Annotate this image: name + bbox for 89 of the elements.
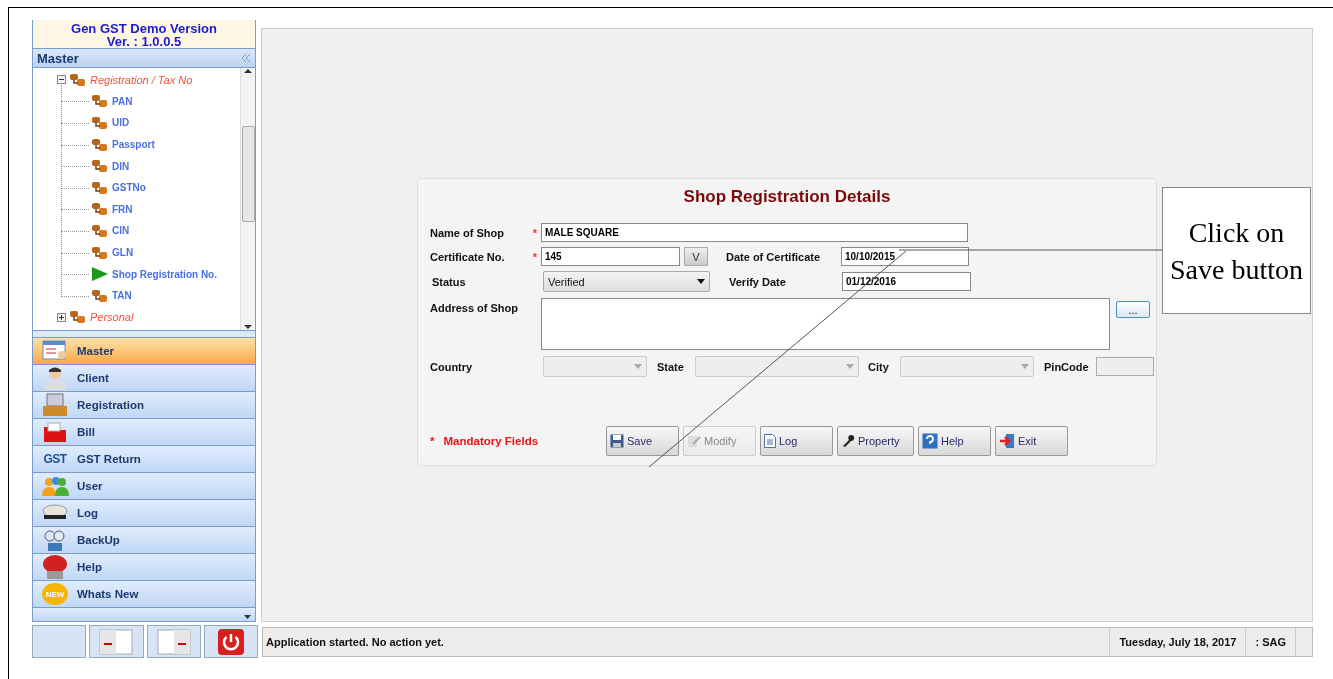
toolbar-button[interactable] — [32, 625, 87, 658]
pencil-note-icon — [687, 434, 701, 448]
tree-item[interactable]: GLN — [112, 247, 134, 259]
document-icon — [764, 434, 776, 448]
field-label: Verify Date — [729, 275, 786, 288]
version-label: Ver. : 1.0.0.5 — [106, 35, 182, 48]
field-label: Certificate No. — [430, 250, 505, 263]
collapse-icon[interactable] — [241, 54, 251, 62]
date-field[interactable]: 10/10/2015 — [841, 247, 969, 266]
nav-item[interactable]: Registration — [33, 392, 255, 419]
nav-item[interactable]: NEW Whats New — [33, 581, 255, 608]
person-icon — [42, 366, 68, 390]
tree-item[interactable]: TAN — [112, 290, 132, 302]
window-icon — [99, 628, 134, 655]
dropdown-arrow-icon — [1021, 364, 1029, 369]
tile-left-button[interactable] — [89, 625, 144, 658]
tree-item[interactable]: DIN — [112, 160, 130, 172]
field-label: PinCode — [1044, 360, 1089, 373]
tree-node-icon — [69, 71, 87, 88]
address-field[interactable] — [541, 298, 1110, 350]
toolbar-button[interactable]: Help — [918, 426, 991, 456]
required-mark: * — [531, 250, 539, 263]
field-label: City — [868, 360, 889, 373]
nav-item[interactable]: Log — [33, 500, 255, 527]
field-label: Country — [430, 360, 473, 373]
new-badge: NEW — [42, 583, 68, 605]
dropdown-arrow-icon[interactable] — [244, 615, 251, 619]
tree-group[interactable]: Registration / Tax No — [90, 73, 193, 86]
tree-item[interactable]: CIN — [112, 225, 130, 237]
help-icon — [922, 433, 938, 449]
nav-item[interactable]: Client — [33, 365, 255, 392]
cash-register-icon — [42, 393, 68, 417]
folder-icon — [42, 421, 68, 443]
status-date: Tuesday, July 18, 2017 — [1109, 628, 1246, 656]
nav-item[interactable]: GST GST Return — [33, 446, 255, 473]
users-icon — [41, 476, 69, 496]
collapse-toggle[interactable] — [57, 75, 66, 85]
tree-item[interactable]: UID — [112, 117, 130, 129]
expand-toggle[interactable] — [57, 312, 66, 322]
backup-icon — [43, 528, 67, 552]
form-icon — [42, 340, 68, 362]
toolbar-button[interactable]: Log — [760, 426, 833, 456]
nav-item[interactable]: Help — [33, 554, 255, 581]
dropdown-arrow-icon — [697, 279, 705, 284]
nav-item[interactable]: User — [33, 473, 255, 500]
field-label: Address of Shop — [430, 302, 518, 314]
scrollbar[interactable] — [240, 68, 255, 330]
toolbar-button[interactable]: Exit — [995, 426, 1068, 456]
gst-logo: GST — [43, 452, 67, 466]
tree-group[interactable]: Personal — [90, 311, 134, 324]
power-button[interactable] — [203, 625, 258, 658]
required-mark: * — [430, 435, 435, 447]
tree-item[interactable]: FRN — [112, 203, 133, 215]
verify-button[interactable]: V — [684, 247, 708, 266]
tile-right-button[interactable] — [146, 625, 201, 658]
status-dropdown[interactable]: Verified — [543, 271, 710, 292]
wrench-icon — [841, 434, 855, 448]
shop-name-field[interactable]: MALE SQUARE — [541, 223, 968, 242]
window-icon — [156, 628, 191, 655]
callout-note: Click on Save button — [1162, 187, 1311, 314]
field-label: Name of Shop — [430, 226, 504, 239]
nav-item[interactable]: Bill — [33, 419, 255, 446]
tree-item[interactable]: PAN — [112, 95, 133, 107]
app-title: Gen GST Demo Version — [71, 22, 217, 35]
panel-title: Master — [37, 50, 79, 66]
tree-item[interactable]: Shop Registration No. — [112, 268, 217, 280]
form-title: Shop Registration Details — [682, 187, 892, 207]
toolbar-button[interactable]: Save — [606, 426, 679, 456]
power-icon — [217, 628, 244, 655]
browse-button[interactable]: ... — [1116, 301, 1150, 318]
field-label: Date of Certificate — [726, 250, 821, 263]
certificate-field[interactable]: 145 — [541, 247, 680, 266]
nav-item[interactable]: BackUp — [33, 527, 255, 554]
field-label: State — [657, 360, 684, 373]
tree-item[interactable]: Passport — [112, 139, 155, 151]
verify-date-field[interactable]: 01/12/2016 — [842, 272, 971, 291]
help-buzzer-icon — [41, 554, 69, 580]
status-user: : SAG — [1245, 628, 1295, 656]
toolbar-button[interactable]: Property — [837, 426, 914, 456]
tree-item[interactable]: GSTNo — [112, 182, 146, 194]
nav-item[interactable]: Master — [33, 338, 255, 365]
exit-door-icon — [999, 433, 1015, 449]
status-message: Application started. No action yet. — [265, 636, 445, 648]
tree-node-icon — [69, 309, 87, 326]
dropdown-arrow-icon — [846, 364, 854, 369]
field-label: Status — [432, 275, 466, 288]
mandatory-note: Mandatory Fields — [443, 435, 539, 447]
required-mark: * — [531, 226, 539, 239]
dropdown-arrow-icon — [634, 364, 642, 369]
